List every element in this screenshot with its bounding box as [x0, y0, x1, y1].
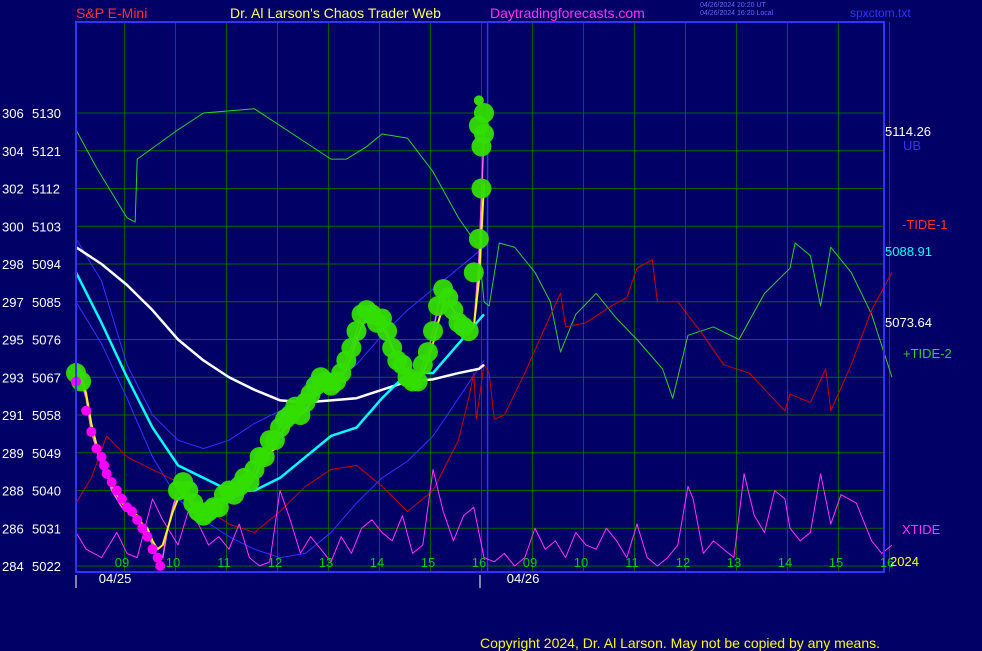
date-label: 04/26 — [507, 571, 540, 586]
timestamp-utc: 04/26/2024 20:20 UT — [700, 2, 766, 9]
x-tick-label: 09 — [115, 555, 129, 570]
green-dot — [471, 136, 492, 157]
y-tick-label-right: 5040 — [32, 484, 61, 499]
magenta-dot — [127, 506, 138, 517]
magenta-dot — [91, 443, 102, 454]
y-tick-label-right: 5112 — [32, 182, 60, 197]
y-tick-label-left: 302 — [2, 182, 24, 197]
y-tick-label-right: 5022 — [32, 559, 61, 574]
magenta-dot — [111, 485, 122, 496]
y-tick-label-right: 5076 — [32, 333, 61, 348]
x-tick-label: 10 — [574, 555, 588, 570]
year-label: 2024 — [890, 554, 919, 569]
green-dot — [463, 262, 484, 283]
magenta-dot — [86, 426, 97, 437]
chart-canvas: 284 5022 286 5031 288 5040 289 5049 291 5058 293 50… — [2, 21, 952, 588]
y-tick-label-left: 298 — [2, 257, 24, 272]
green-dot — [417, 342, 438, 363]
chart-title: Dr. Al Larson's Chaos Trader Web — [230, 5, 441, 21]
magenta-dot — [155, 561, 166, 571]
magenta-dot — [147, 544, 158, 555]
white-value-label: 5073.64 — [885, 315, 932, 330]
x-tick-label: 16 — [472, 555, 486, 570]
ub-name-label: UB — [903, 138, 921, 153]
xtide-name-label: XTIDE — [902, 522, 941, 537]
y-tick-label-right: 5094 — [32, 257, 61, 272]
tide2-name-label: +TIDE-2 — [903, 346, 952, 361]
y-tick-label-left: 289 — [2, 446, 24, 461]
x-tick-label: 15 — [829, 555, 843, 570]
tide1-name-label: -TIDE-1 — [902, 217, 948, 232]
green-dot — [473, 95, 484, 106]
x-tick-label: 11 — [217, 555, 231, 570]
y-tick-label-left: 288 — [2, 484, 24, 499]
x-tick-label: 14 — [370, 555, 384, 570]
date-label: 04/25 — [99, 571, 132, 586]
green-dot — [468, 228, 489, 249]
y-tick-label-left: 306 — [2, 106, 24, 121]
y-tick-label-left: 304 — [2, 144, 24, 159]
symbol-title: S&P E-Mini — [76, 5, 148, 21]
magenta-dot — [116, 493, 127, 504]
x-tick-label: 13 — [319, 555, 333, 570]
cyan-value-label: 5088.91 — [885, 244, 932, 259]
magenta-dot — [137, 523, 148, 534]
axis-ticks: 284 5022 286 5031 288 5040 289 5049 291 5058 293 50… — [2, 106, 952, 588]
x-tick-label: 11 — [625, 555, 639, 570]
y-tick-label-right: 5103 — [32, 219, 61, 234]
y-tick-label-right: 5067 — [32, 370, 61, 385]
x-tick-label: 12 — [268, 555, 282, 570]
x-tick-label: 10 — [166, 555, 180, 570]
green-dot — [474, 103, 494, 123]
magenta-dot — [142, 531, 153, 542]
y-tick-label-left: 286 — [2, 521, 24, 536]
y-tick-label-left: 284 — [2, 559, 24, 574]
y-tick-label-right: 5121 — [32, 144, 61, 159]
magenta-dot — [101, 468, 112, 479]
y-tick-label-right: 5049 — [32, 446, 61, 461]
green-dot — [458, 321, 479, 342]
x-tick-label: 14 — [778, 555, 792, 570]
y-tick-label-left: 297 — [2, 295, 24, 310]
green-dot — [423, 321, 443, 342]
y-tick-label-right: 5085 — [32, 295, 61, 310]
y-tick-label-right: 5031 — [32, 521, 61, 536]
x-tick-label: 09 — [523, 555, 537, 570]
data-file-name: spxctom.txt — [850, 6, 911, 20]
magenta-dot — [132, 514, 143, 525]
y-tick-label-left: 291 — [2, 408, 24, 423]
y-tick-label-left: 295 — [2, 333, 24, 348]
green-dot — [471, 178, 492, 199]
x-tick-label: 15 — [421, 555, 435, 570]
magenta-dot — [106, 477, 117, 488]
y-tick-label-right: 5130 — [32, 106, 61, 121]
magenta-dot — [81, 405, 92, 416]
x-tick-label: 13 — [727, 555, 741, 570]
y-tick-label-left: 300 — [2, 219, 24, 234]
site-link[interactable]: Daytradingforecasts.com — [490, 5, 645, 21]
y-tick-label-right: 5058 — [32, 408, 61, 423]
ub-value-label: 5114.26 — [885, 124, 931, 139]
timestamp-local: 04/26/2024 16:20 Local — [700, 10, 774, 17]
x-tick-label: 12 — [676, 555, 690, 570]
copyright-notice: Copyright 2024, Dr. Al Larson. May not b… — [480, 635, 881, 651]
y-tick-label-left: 293 — [2, 370, 24, 385]
